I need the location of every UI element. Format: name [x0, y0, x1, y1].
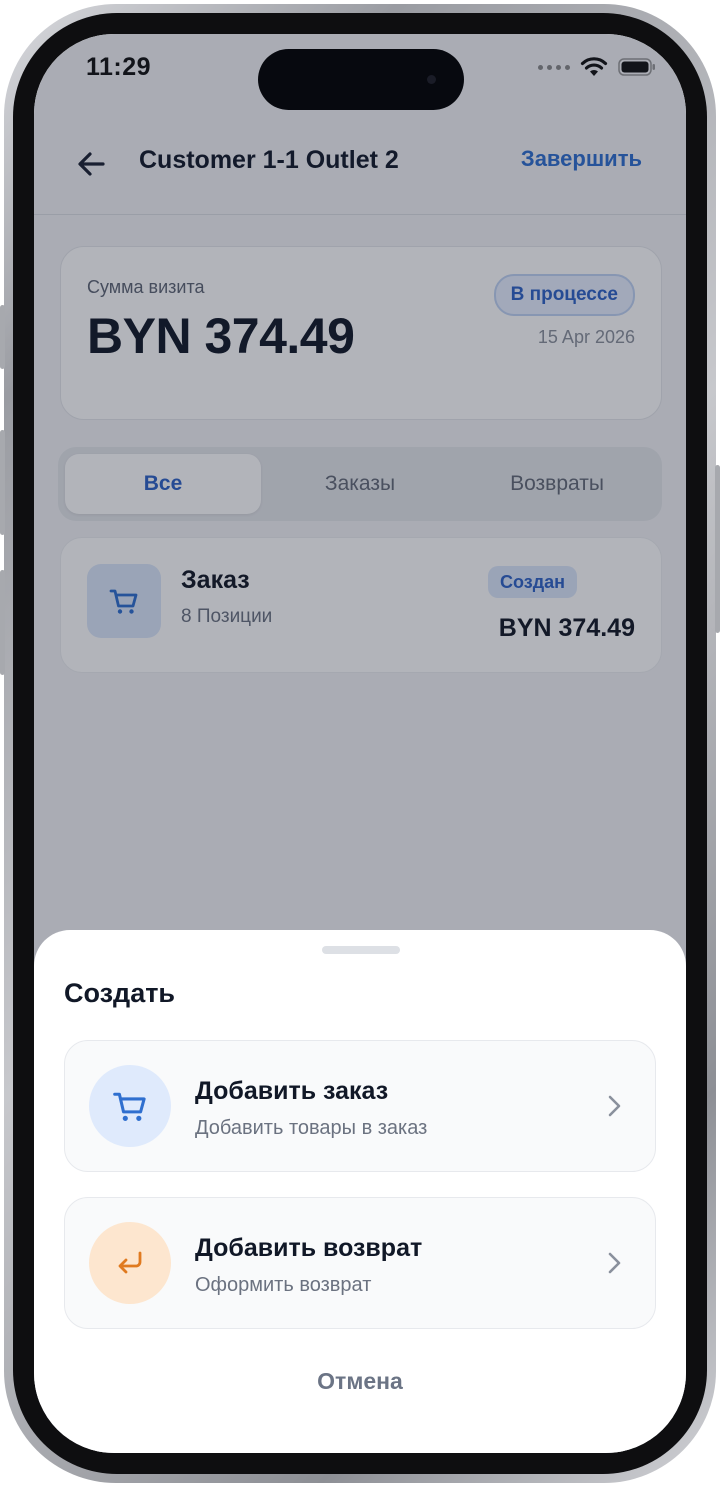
phone-screen: 11:29 Customer 1-1 Outlet 2 Завершить Су… — [34, 34, 686, 1453]
phone-power-button — [715, 465, 720, 633]
add-return-title: Добавить возврат — [195, 1234, 423, 1262]
phone-action-button — [0, 305, 5, 369]
chevron-right-icon — [608, 1252, 621, 1274]
sheet-grabber-handle[interactable] — [322, 946, 400, 954]
add-return-subtitle: Оформить возврат — [195, 1274, 372, 1296]
phone-volume-down-button — [0, 570, 5, 675]
sheet-title: Создать — [64, 978, 176, 1008]
add-return-icon-circle — [89, 1222, 171, 1304]
add-order-subtitle: Добавить товары в заказ — [195, 1117, 428, 1139]
add-order-icon-circle — [89, 1065, 171, 1147]
phone-volume-up-button — [0, 430, 5, 535]
cancel-button[interactable]: Отмена — [34, 1368, 686, 1395]
return-arrow-icon — [118, 1251, 142, 1274]
add-order-button[interactable]: Добавить заказ Добавить товары в заказ — [64, 1040, 656, 1172]
create-bottom-sheet: Создать Добавить заказ Добавить товары в… — [34, 930, 686, 1453]
add-order-title: Добавить заказ — [195, 1077, 389, 1105]
add-return-button[interactable]: Добавить возврат Оформить возврат — [64, 1197, 656, 1329]
chevron-right-icon — [608, 1095, 621, 1117]
cart-icon — [113, 1092, 146, 1121]
